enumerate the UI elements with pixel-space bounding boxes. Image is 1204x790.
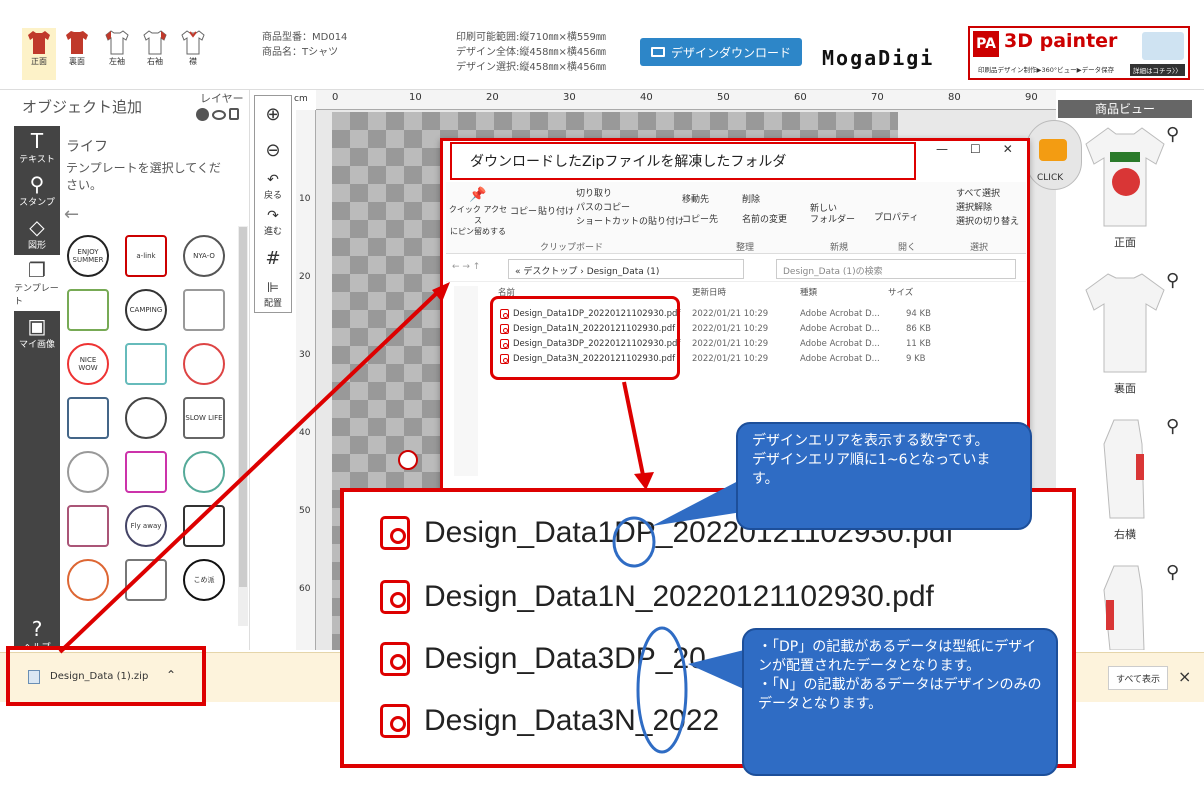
callout-pointer (652, 480, 742, 526)
callout-text: デザインエリアを表示する数字です。 デザインエリア順に1~6となっています。 (752, 433, 991, 487)
callout-dp-n: ・「DP」の記載があるデータは型紙にデザインが配置されたデータとなります。 ・「… (742, 628, 1058, 776)
callout-design-area: デザインエリアを表示する数字です。 デザインエリア順に1~6となっています。 (736, 422, 1032, 530)
callout-pointer (688, 650, 746, 690)
arrow-head (432, 282, 450, 302)
arrow-line (58, 288, 442, 654)
highlight-ellipse (636, 626, 688, 754)
highlight-ellipse (612, 516, 656, 568)
arrow-line (622, 381, 646, 481)
arrow-head (634, 472, 654, 490)
callout-text: ・「DP」の記載があるデータは型紙にデザインが配置されたデータとなります。 ・「… (758, 639, 1042, 712)
